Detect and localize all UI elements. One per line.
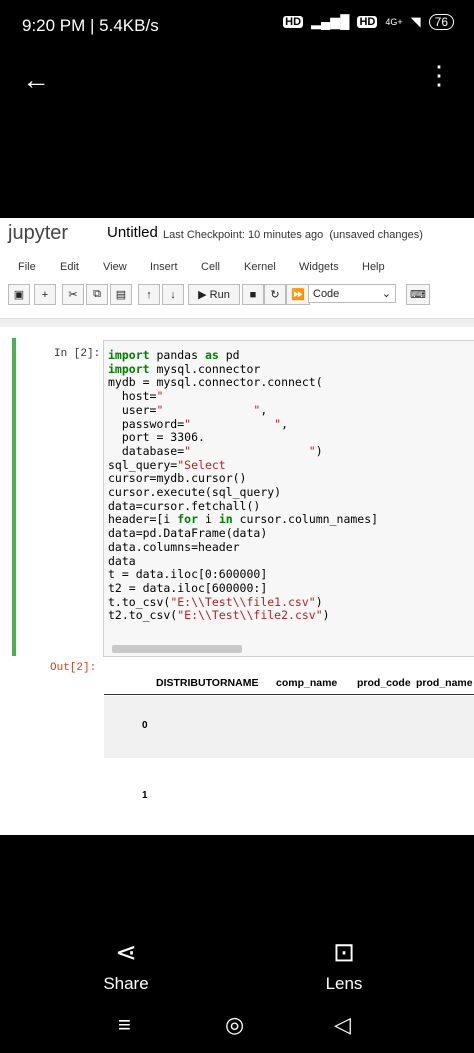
battery-icon: 76 bbox=[428, 14, 454, 30]
code-line: import pandas as pd bbox=[108, 348, 240, 362]
code-line: host=" bbox=[108, 389, 164, 404]
column-header: comp_name bbox=[276, 677, 338, 689]
menu-file[interactable]: File bbox=[18, 261, 36, 273]
paste-icon[interactable]: ▤ bbox=[110, 284, 132, 305]
menu-help[interactable]: Help bbox=[362, 261, 385, 273]
hd-icon-2: HD bbox=[357, 16, 378, 28]
share-label: Share bbox=[103, 974, 149, 993]
unsaved-label: (unsaved changes) bbox=[329, 229, 423, 241]
run-label: Run bbox=[209, 288, 230, 301]
share-icon: ⋖ bbox=[115, 937, 137, 967]
back-arrow-icon[interactable]: ← bbox=[22, 64, 50, 96]
code-line: port = 3306. bbox=[108, 430, 205, 445]
toolbar: ▣ + ✂ ⧉ ▤ ↑ ↓ ▶ Run ■ ↻ ⏩ Code ⌄ ⌨ bbox=[8, 284, 474, 306]
column-header: prod_code bbox=[357, 677, 411, 689]
fast-forward-icon[interactable]: ⏩ bbox=[286, 284, 310, 305]
add-cell-icon[interactable]: + bbox=[34, 284, 56, 305]
code-line: mydb = mysql.connector.connect( bbox=[108, 375, 323, 390]
menu-widgets[interactable]: Widgets bbox=[299, 261, 339, 273]
code-line: user=" ", bbox=[108, 402, 268, 417]
net-label: 4G+ bbox=[385, 17, 403, 27]
horizontal-scrollbar[interactable] bbox=[112, 645, 242, 653]
code-line: header=[i for i in cursor.column_names] bbox=[108, 512, 379, 527]
code-line: sql_query="Select bbox=[108, 457, 226, 472]
home-nav-icon[interactable]: ◎ bbox=[225, 1012, 244, 1038]
code-line: database=" ") bbox=[108, 443, 323, 458]
screenshot-image: jupyter Untitled Last Checkpoint: 10 min… bbox=[0, 218, 474, 835]
menu-view[interactable]: View bbox=[103, 261, 127, 273]
signal-icon: ▂▄▆█ bbox=[311, 14, 350, 29]
wifi-icon: ◥ bbox=[410, 14, 421, 29]
viewer-top-bar: ← ⋮ bbox=[0, 60, 474, 100]
code-line: import mysql.connector bbox=[108, 361, 261, 376]
code-line: t.to_csv("E:\\Test\\file1.csv") bbox=[108, 594, 323, 609]
table-row: 1 bbox=[104, 760, 474, 835]
menu-cell[interactable]: Cell bbox=[201, 261, 220, 273]
table-row: 0 bbox=[104, 696, 474, 758]
jupyter-header: jupyter Untitled Last Checkpoint: 10 min… bbox=[0, 218, 474, 252]
code-editor[interactable]: import pandas as pd import mysql.connecto… bbox=[103, 340, 474, 657]
back-nav-icon[interactable]: ◁ bbox=[334, 1012, 351, 1038]
code-line: t2 = data.iloc[600000:] bbox=[108, 580, 268, 595]
status-bar: 9:20 PM | 5.4KB/s HD ▂▄▆█ HD 4G+ ◥ 76 bbox=[0, 0, 474, 50]
jupyter-logo: jupyter bbox=[8, 222, 69, 244]
cut-icon[interactable]: ✂ bbox=[62, 284, 84, 305]
run-button[interactable]: ▶ Run bbox=[188, 284, 240, 305]
code-line: cursor=mydb.cursor() bbox=[108, 471, 247, 486]
column-header: DISTRIBUTORNAME bbox=[156, 677, 259, 689]
code-cell[interactable]: In [2]: import pandas as pd import mysql.… bbox=[12, 338, 474, 657]
lens-button[interactable]: ⊡ Lens bbox=[318, 937, 370, 994]
table-header: DISTRIBUTORNAME comp_name prod_code prod… bbox=[104, 666, 474, 695]
code-line: data bbox=[108, 553, 136, 568]
lens-label: Lens bbox=[325, 974, 363, 993]
menu-bar: File Edit View Insert Cell Kernel Widget… bbox=[0, 256, 474, 278]
stop-icon[interactable]: ■ bbox=[242, 284, 264, 305]
menu-kernel[interactable]: Kernel bbox=[244, 261, 276, 273]
code-text[interactable]: import pandas as pd import mysql.connecto… bbox=[108, 348, 379, 623]
code-line: t2.to_csv("E:\\Test\\file2.csv") bbox=[108, 608, 330, 623]
menu-edit[interactable]: Edit bbox=[60, 261, 79, 273]
copy-icon[interactable]: ⧉ bbox=[86, 284, 108, 305]
cell-type-value: Code bbox=[313, 287, 340, 300]
lens-icon: ⊡ bbox=[333, 937, 355, 967]
move-down-icon[interactable]: ↓ bbox=[162, 284, 184, 305]
code-line: data.columns=header bbox=[108, 539, 240, 554]
header-separator bbox=[0, 318, 474, 327]
status-time: 9:20 PM | 5.4KB/s bbox=[22, 16, 159, 35]
cell-type-select[interactable]: Code ⌄ bbox=[308, 284, 396, 303]
checkpoint-label: Last Checkpoint: 10 minutes ago bbox=[163, 229, 324, 241]
in-prompt: In [2]: bbox=[54, 348, 101, 360]
code-line: data=cursor.fetchall() bbox=[108, 498, 261, 513]
out-prompt: Out[2]: bbox=[50, 662, 97, 674]
hd-icon: HD bbox=[283, 16, 304, 28]
chevron-down-icon: ⌄ bbox=[381, 288, 391, 300]
code-line: t = data.iloc[0:600000] bbox=[108, 567, 268, 582]
code-line: cursor.execute(sql_query) bbox=[108, 485, 282, 500]
restart-icon[interactable]: ↻ bbox=[264, 284, 286, 305]
notebook-title: Untitled bbox=[107, 224, 158, 241]
move-up-icon[interactable]: ↑ bbox=[138, 284, 160, 305]
more-options-icon[interactable]: ⋮ bbox=[426, 60, 452, 91]
menu-insert[interactable]: Insert bbox=[150, 261, 178, 273]
menu-nav-icon[interactable]: ≡ bbox=[118, 1012, 131, 1038]
save-icon[interactable]: ▣ bbox=[8, 284, 30, 305]
code-line: data=pd.DataFrame(data) bbox=[108, 526, 268, 541]
play-icon: ▶ bbox=[198, 289, 210, 301]
row-index: 1 bbox=[142, 790, 148, 801]
row-index: 0 bbox=[142, 720, 148, 731]
keyboard-icon[interactable]: ⌨ bbox=[406, 284, 430, 305]
checkpoint-text: Last Checkpoint: 10 minutes ago (unsaved… bbox=[163, 229, 423, 241]
code-line: password=" ", bbox=[108, 416, 289, 431]
status-right: HD ▂▄▆█ HD 4G+ ◥ 76 bbox=[283, 14, 454, 30]
share-button[interactable]: ⋖ Share bbox=[100, 937, 152, 994]
column-header: prod_name bbox=[416, 677, 473, 689]
